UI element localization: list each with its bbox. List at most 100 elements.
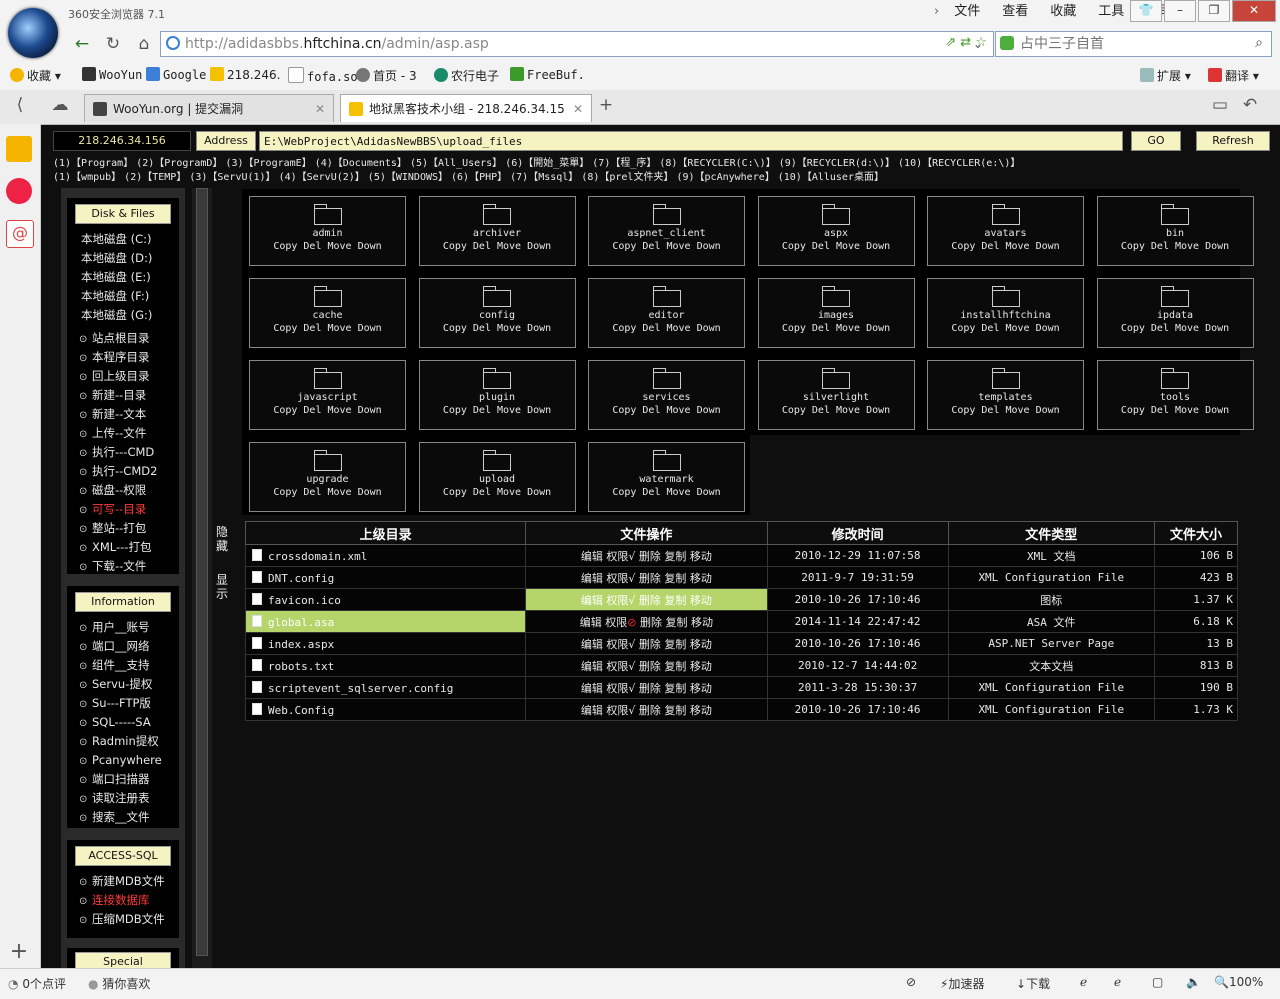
scrollbar-track[interactable] <box>196 188 208 956</box>
file-op-4[interactable]: 移动 <box>690 682 712 695</box>
quick-link[interactable]: (3)【ServU(1)】 <box>189 172 275 183</box>
folder-actions[interactable]: Copy Del Move Down <box>420 404 575 418</box>
menu-item[interactable]: ⊙ Pcanywhere <box>67 751 179 770</box>
folder-name[interactable]: services <box>589 391 744 404</box>
menu-item[interactable]: 本地磁盘 (G:) <box>67 306 179 325</box>
menu-item[interactable]: ⊙ 压缩MDB文件 <box>67 910 179 929</box>
folder-card[interactable]: aspx Copy Del Move Down <box>757 196 915 266</box>
restore-button[interactable]: ❐ <box>1198 0 1230 22</box>
folder-card[interactable]: upload Copy Del Move Down <box>418 442 576 512</box>
file-name-cell[interactable]: scriptevent_sqlserver.config <box>244 676 527 699</box>
file-op-3[interactable]: 复制 <box>664 704 686 717</box>
file-op-2[interactable]: 删除 <box>639 594 661 607</box>
folder-card[interactable]: services Copy Del Move Down <box>588 360 745 430</box>
file-op-0[interactable]: 编辑 <box>581 704 603 717</box>
tab-scroll-left-icon[interactable]: ⟨ <box>8 94 32 116</box>
quick-link[interactable]: (6)【PHP】 <box>451 172 507 183</box>
search-engine-icon[interactable] <box>1000 36 1014 50</box>
menu-item[interactable]: 本地磁盘 (E:) <box>67 268 179 287</box>
sound-icon[interactable]: 🔈 <box>1186 975 1201 989</box>
file-op-1[interactable]: 权限√ <box>606 572 635 585</box>
refresh-button[interactable]: Refresh <box>1196 131 1270 151</box>
folder-actions[interactable]: Copy Del Move Down <box>589 404 744 418</box>
chevron-down-icon[interactable]: ⌄ <box>966 33 990 55</box>
folder-card[interactable]: installhftchina Copy Del Move Down <box>927 278 1084 348</box>
folder-actions[interactable]: Copy Del Move Down <box>928 240 1083 254</box>
folder-actions[interactable]: Copy Del Move Down <box>759 404 914 418</box>
file-op-3[interactable]: 复制 <box>664 594 686 607</box>
file-name-cell[interactable]: Web.Config <box>244 698 527 721</box>
tab-active[interactable]: 地狱黑客技术小组 - 218.246.34.15 ✕ <box>340 94 592 122</box>
file-op-0[interactable]: 编辑 <box>581 594 603 607</box>
file-op-3[interactable]: 复制 <box>664 682 686 695</box>
add-icon[interactable]: + <box>6 939 32 965</box>
folder-actions[interactable]: Copy Del Move Down <box>759 322 914 336</box>
menu-item[interactable]: ⊙ 用户__账号 <box>67 618 179 637</box>
folder-actions[interactable]: Copy Del Move Down <box>250 404 405 418</box>
menu-item[interactable]: ⊙ 站点根目录 <box>67 329 179 348</box>
url-text[interactable]: http://adidasbbs.hftchina.cn/admin/asp.a… <box>185 36 489 52</box>
menu-file[interactable]: 文件 <box>943 3 991 21</box>
menu-item[interactable]: ⊙ 新建--目录 <box>67 386 179 405</box>
file-name[interactable]: robots.txt <box>268 660 334 673</box>
quick-link[interactable]: (7)【Mssql】 <box>510 172 578 183</box>
table-row[interactable]: favicon.ico 编辑 权限√ 删除 复制 移动 2010-10-26 17:… <box>244 588 1239 611</box>
file-name-cell[interactable]: index.aspx <box>244 632 527 655</box>
quick-link[interactable]: (2)【TEMP】 <box>124 172 186 183</box>
bookmark-freebuf[interactable]: FreeBuf. <box>510 67 585 82</box>
table-row[interactable]: crossdomain.xml 编辑 权限√ 删除 复制 移动 2010-12-29… <box>244 544 1239 567</box>
bookmark-wooyun[interactable]: WooYun <box>82 67 142 82</box>
folder-name[interactable]: templates <box>928 391 1083 404</box>
file-name[interactable]: Web.Config <box>268 704 334 717</box>
quick-link[interactable]: (10)【RECYCLER(e:\)】 <box>898 158 1020 169</box>
folder-actions[interactable]: Copy Del Move Down <box>1098 322 1253 336</box>
folder-actions[interactable]: Copy Del Move Down <box>928 404 1083 418</box>
menu-item[interactable]: ⊙ Radmin提权 <box>67 732 179 751</box>
hide-show-toggle[interactable]: 隐藏 显示 <box>215 525 229 601</box>
speed-icon[interactable]: ⊘ <box>906 975 916 989</box>
menu-item[interactable]: ⊙ 连接数据库 <box>67 891 179 910</box>
file-op-0[interactable]: 编辑 <box>581 682 603 695</box>
file-op-4[interactable]: 移动 <box>691 616 713 629</box>
folder-actions[interactable]: Copy Del Move Down <box>420 240 575 254</box>
menu-item[interactable]: ⊙ 端口扫描器 <box>67 770 179 789</box>
folder-card[interactable]: silverlight Copy Del Move Down <box>757 360 915 430</box>
folder-name[interactable]: editor <box>589 309 744 322</box>
file-op-2[interactable]: 删除 <box>640 616 662 629</box>
menu-expand-icon[interactable]: › <box>930 3 943 21</box>
folder-card[interactable]: plugin Copy Del Move Down <box>418 360 576 430</box>
folder-actions[interactable]: Copy Del Move Down <box>759 240 914 254</box>
file-op-0[interactable]: 编辑 <box>581 572 603 585</box>
bookmark-google[interactable]: Google <box>146 67 206 82</box>
browser-mode-icon[interactable]: ℯ <box>1114 975 1121 989</box>
file-name-cell[interactable]: favicon.ico <box>244 588 527 611</box>
folder-name[interactable]: cache <box>250 309 405 322</box>
menu-item[interactable]: ⊙ 整站--打包 <box>67 519 179 538</box>
file-op-4[interactable]: 移动 <box>690 638 712 651</box>
show-label[interactable]: 显示 <box>215 573 229 601</box>
quick-link[interactable]: (5)【WINDOWS】 <box>368 172 448 183</box>
tab-wooyun[interactable]: WooYun.org | 提交漏洞 ✕ <box>84 94 334 122</box>
close-button[interactable]: ✕ <box>1232 0 1276 22</box>
accelerator-button[interactable]: ⚡加速器 <box>940 975 984 992</box>
table-row[interactable]: global.asa 编辑 权限⊘ 删除 复制 移动 2014-11-14 22:4… <box>244 610 1239 633</box>
folder-name[interactable]: bin <box>1098 227 1253 240</box>
search-input[interactable] <box>1018 35 1242 53</box>
folder-actions[interactable]: Copy Del Move Down <box>250 240 405 254</box>
menu-item[interactable]: ⊙ 端口__网络 <box>67 637 179 656</box>
minimize-button[interactable]: – <box>1164 0 1196 22</box>
file-op-2[interactable]: 删除 <box>639 704 661 717</box>
folder-name[interactable]: aspx <box>759 227 914 240</box>
go-button[interactable]: GO <box>1131 131 1181 151</box>
folder-card[interactable]: javascript Copy Del Move Down <box>249 360 406 430</box>
home-icon[interactable]: ⌂ <box>132 33 156 55</box>
table-row[interactable]: index.aspx 编辑 权限√ 删除 复制 移动 2010-10-26 17:1… <box>244 632 1239 655</box>
folder-card[interactable]: watermark Copy Del Move Down <box>588 442 745 512</box>
file-name-cell[interactable]: robots.txt <box>244 654 527 677</box>
folder-card[interactable]: ipdata Copy Del Move Down <box>1096 278 1254 348</box>
folder-actions[interactable]: Copy Del Move Down <box>589 486 744 500</box>
folder-name[interactable]: upgrade <box>250 473 405 486</box>
column-header[interactable]: 上级目录 <box>244 521 527 545</box>
folder-card[interactable]: archiver Copy Del Move Down <box>418 196 576 266</box>
folder-actions[interactable]: Copy Del Move Down <box>420 322 575 336</box>
